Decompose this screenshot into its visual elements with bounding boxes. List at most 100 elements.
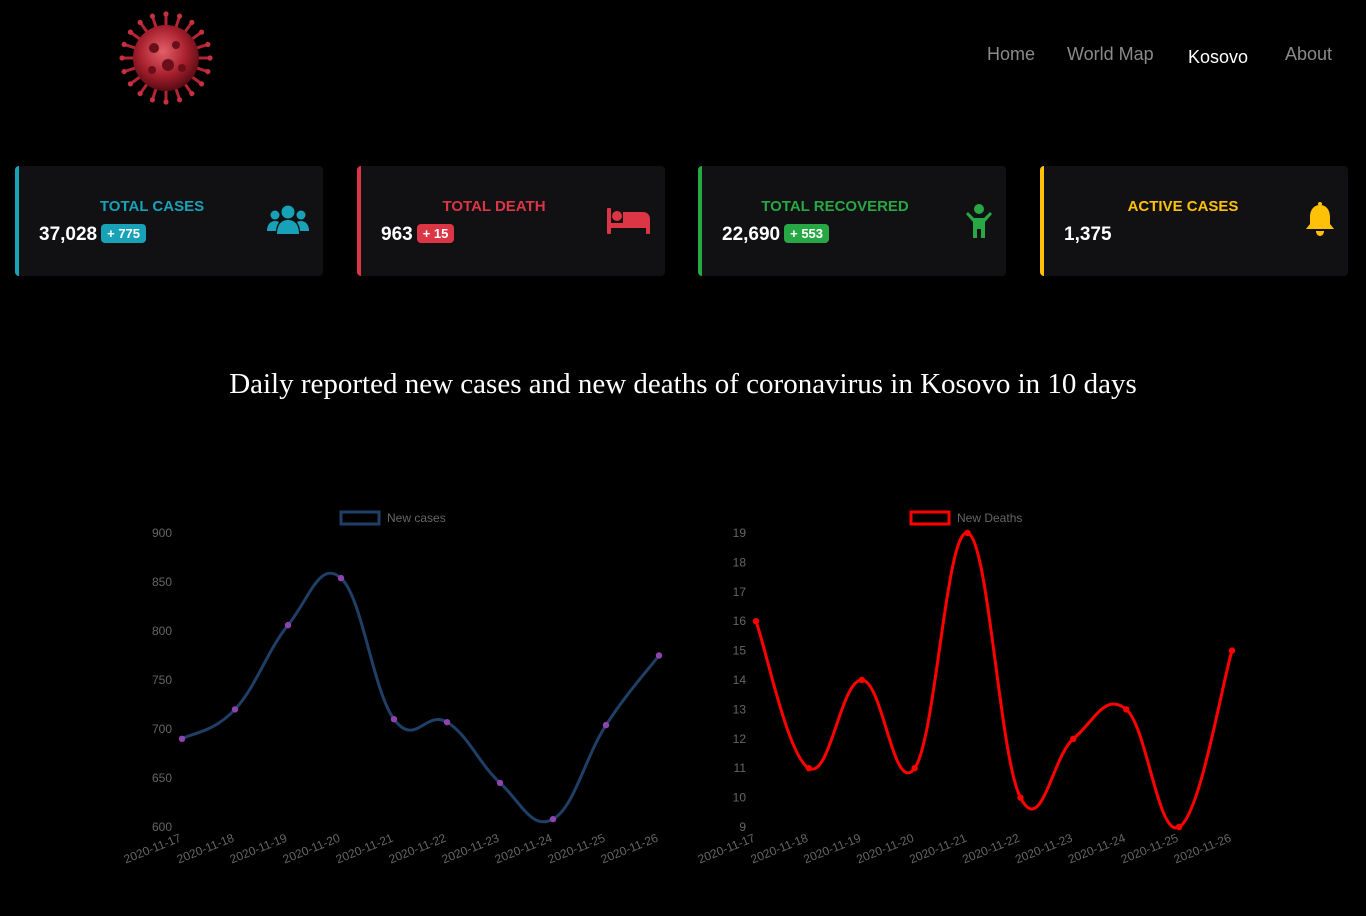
data-point[interactable] — [1017, 794, 1024, 801]
card-badge: + 775 — [101, 224, 147, 243]
nav-world-map[interactable]: World Map — [1067, 44, 1154, 65]
y-tick-label: 15 — [733, 644, 747, 658]
card-title: TOTAL CASES — [99, 198, 205, 215]
data-point[interactable] — [390, 716, 398, 723]
x-tick-label: 2020-11-26 — [1172, 831, 1234, 867]
card-badge: + 15 — [416, 224, 455, 243]
card-value: 22,690 + 553 — [722, 224, 830, 246]
card-value-text: 1,375 — [1064, 224, 1112, 245]
virus-spike-tip — [198, 29, 205, 35]
y-axis: 9 10 11 12 13 14 15 16 17 18 19 — [733, 526, 747, 834]
new-deaths-chart: New Deaths 9 10 11 12 13 14 15 16 17 18 19 2020-11… — [696, 510, 1236, 867]
virus-spike-tip — [163, 99, 169, 105]
x-tick-label: 2020-11-22 — [387, 831, 449, 867]
x-tick-label: 2020-11-24 — [493, 831, 555, 867]
data-point[interactable] — [178, 735, 186, 742]
data-point[interactable] — [1228, 647, 1236, 654]
card-title: ACTIVE CASES — [1127, 198, 1239, 215]
virus-spike-tip — [137, 19, 143, 26]
card-value: 37,028 + 775 — [39, 224, 147, 246]
virus-spike-tip — [198, 81, 205, 87]
series-points — [178, 574, 663, 823]
x-tick-label: 2020-11-18 — [175, 831, 237, 867]
legend-swatch — [339, 510, 381, 526]
data-point[interactable] — [496, 779, 504, 787]
x-tick-label: 2020-11-24 — [1066, 831, 1128, 867]
y-tick-label: 11 — [734, 761, 747, 775]
y-tick-label: 850 — [152, 575, 172, 589]
series-line — [754, 531, 1234, 830]
virus-spike-tip — [137, 90, 143, 97]
x-tick-label: 2020-11-17 — [696, 831, 758, 867]
legend[interactable]: New cases — [339, 510, 446, 526]
data-point[interactable] — [231, 706, 239, 713]
nav-kosovo[interactable]: Kosovo — [1188, 47, 1248, 68]
y-tick-label: 9 — [739, 820, 746, 834]
virus-spike-tip — [149, 97, 156, 103]
card-badge: + 553 — [784, 224, 830, 243]
card-value-text: 37,028 — [39, 224, 98, 245]
virus-spike-tip — [176, 13, 183, 19]
virus-spike-tip — [119, 55, 125, 61]
x-axis: 2020-11-172020-11-182020-11-192020-11-20… — [696, 831, 1234, 867]
data-point[interactable] — [805, 765, 813, 772]
data-point[interactable] — [602, 721, 610, 729]
child-icon — [966, 204, 992, 243]
y-tick-label: 800 — [152, 624, 172, 638]
users-icon — [267, 204, 309, 241]
bed-icon — [607, 206, 651, 241]
x-tick-label: 2020-11-17 — [122, 831, 184, 867]
x-tick-label: 2020-11-26 — [599, 831, 661, 867]
charts-heading: Daily reported new cases and new deaths … — [229, 368, 1137, 400]
total-recovered-card: TOTAL RECOVERED 22,690 + 553 — [698, 166, 1006, 276]
y-tick-label: 19 — [733, 526, 747, 540]
y-tick-label: 650 — [152, 771, 172, 785]
data-point[interactable] — [549, 815, 557, 823]
data-point[interactable] — [964, 529, 971, 537]
legend-swatch — [909, 510, 951, 526]
x-tick-label: 2020-11-23 — [1013, 831, 1075, 867]
virus-spike-tip — [205, 41, 211, 48]
virus-spike-tip — [127, 29, 134, 35]
card-value: 1,375 — [1064, 224, 1112, 246]
nav-about[interactable]: About — [1285, 44, 1332, 65]
card-value-text: 22,690 — [722, 224, 781, 245]
x-tick-label: 2020-11-18 — [749, 831, 811, 867]
x-tick-label: 2020-11-25 — [1119, 831, 1181, 867]
new-cases-chart: New cases 600 650 700 750 800 850 900 2020-11-… — [122, 510, 663, 867]
legend-label: New Deaths — [957, 511, 1022, 525]
virus-spike-tip — [121, 41, 127, 48]
bell-icon — [1304, 202, 1336, 241]
x-tick-label: 2020-11-20 — [854, 831, 916, 867]
data-point[interactable] — [337, 574, 345, 582]
virus-spike-tip — [189, 90, 195, 97]
y-tick-label: 13 — [733, 702, 747, 716]
data-point[interactable] — [1175, 823, 1183, 831]
data-point[interactable] — [284, 621, 292, 629]
y-tick-label: 600 — [152, 820, 172, 834]
active-cases-card: ACTIVE CASES 1,375 — [1040, 166, 1348, 276]
data-point[interactable] — [858, 676, 865, 684]
virus-spike-tip — [163, 11, 169, 17]
data-point[interactable] — [443, 718, 451, 726]
nav-home[interactable]: Home — [987, 44, 1035, 65]
data-point[interactable] — [655, 652, 663, 659]
card-value: 963 + 15 — [381, 224, 455, 246]
data-point[interactable] — [1123, 706, 1130, 713]
x-tick-label: 2020-11-19 — [802, 831, 864, 867]
legend[interactable]: New Deaths — [909, 510, 1022, 526]
coronavirus-logo-icon[interactable] — [118, 10, 214, 106]
y-tick-label: 17 — [733, 585, 747, 599]
series-points — [752, 529, 1236, 831]
y-tick-label: 10 — [733, 791, 747, 805]
data-point[interactable] — [911, 765, 918, 772]
x-tick-label: 2020-11-25 — [546, 831, 608, 867]
x-tick-label: 2020-11-21 — [334, 831, 396, 867]
data-point[interactable] — [1070, 735, 1077, 742]
series-line — [181, 571, 661, 824]
y-tick-label: 12 — [733, 732, 747, 746]
data-point[interactable] — [752, 618, 760, 625]
virus-spike-tip — [176, 97, 183, 103]
card-title: TOTAL DEATH — [442, 198, 546, 215]
x-tick-label: 2020-11-22 — [960, 831, 1022, 867]
